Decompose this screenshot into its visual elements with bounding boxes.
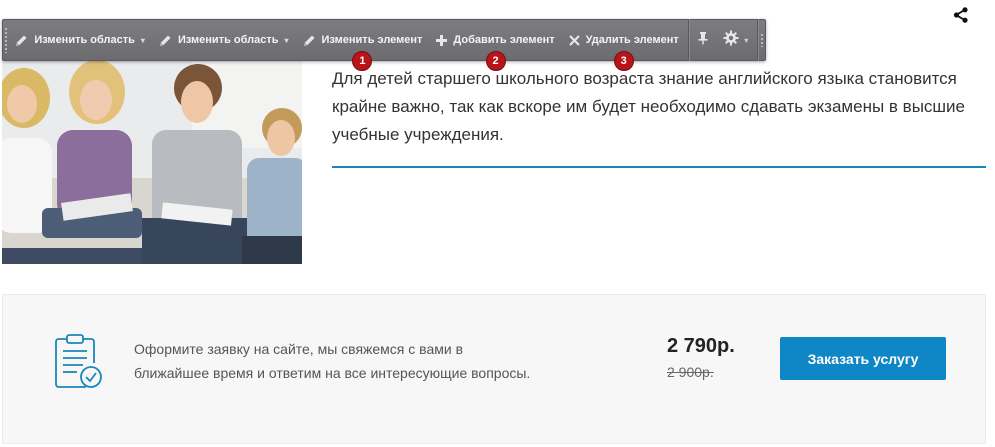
chevron-down-icon[interactable]: ▾ — [285, 36, 289, 45]
close-icon — [568, 34, 580, 46]
share-icon[interactable] — [952, 6, 970, 24]
order-panel: Оформите заявку на сайте, мы свяжемся с … — [2, 294, 986, 444]
order-description: Оформите заявку на сайте, мы свяжемся с … — [134, 341, 531, 381]
pencil-icon — [15, 34, 28, 47]
intro-paragraph: Для детей старшего школьного возраста зн… — [332, 69, 966, 144]
pin-button[interactable] — [690, 20, 716, 60]
settings-button[interactable]: ▾ — [716, 20, 755, 60]
edit-area-label: Изменить область — [34, 34, 135, 46]
edit-area-button-2[interactable]: Изменить область ▾ — [152, 20, 296, 60]
edit-element-label: Изменить элемент — [321, 34, 423, 46]
edit-area-button-1[interactable]: Изменить область ▾ — [8, 20, 152, 60]
edit-element-button[interactable]: Изменить элемент 1 — [296, 20, 430, 71]
chevron-down-icon: ▾ — [744, 35, 749, 45]
old-price: 2 900р. — [667, 364, 714, 380]
add-element-button[interactable]: Добавить элемент 2 — [429, 20, 561, 71]
current-price: 2 790р. — [667, 335, 735, 357]
step-badge-2: 2 — [485, 51, 506, 71]
delete-element-label: Удалить элемент — [585, 34, 679, 46]
order-service-button[interactable]: Заказать услугу — [780, 337, 946, 380]
pencil-icon — [159, 34, 172, 47]
clipboard-check-icon — [53, 333, 105, 393]
chevron-down-icon[interactable]: ▾ — [141, 36, 145, 45]
section-divider — [332, 166, 986, 168]
admin-toolbar: Изменить область ▾ Изменить область ▾ Из… — [2, 19, 766, 71]
pencil-icon — [303, 34, 316, 47]
step-badge-1: 1 — [352, 51, 373, 71]
add-element-label: Добавить элемент — [453, 34, 555, 46]
pin-icon — [697, 31, 709, 50]
students-photo — [2, 58, 302, 264]
gear-icon — [723, 30, 739, 51]
delete-element-button[interactable]: Удалить элемент 3 — [562, 20, 686, 71]
toolbar-resize-handle[interactable] — [760, 20, 765, 60]
plus-icon — [436, 34, 448, 46]
step-badge-3: 3 — [613, 51, 634, 71]
edit-area-label: Изменить область — [177, 34, 279, 46]
